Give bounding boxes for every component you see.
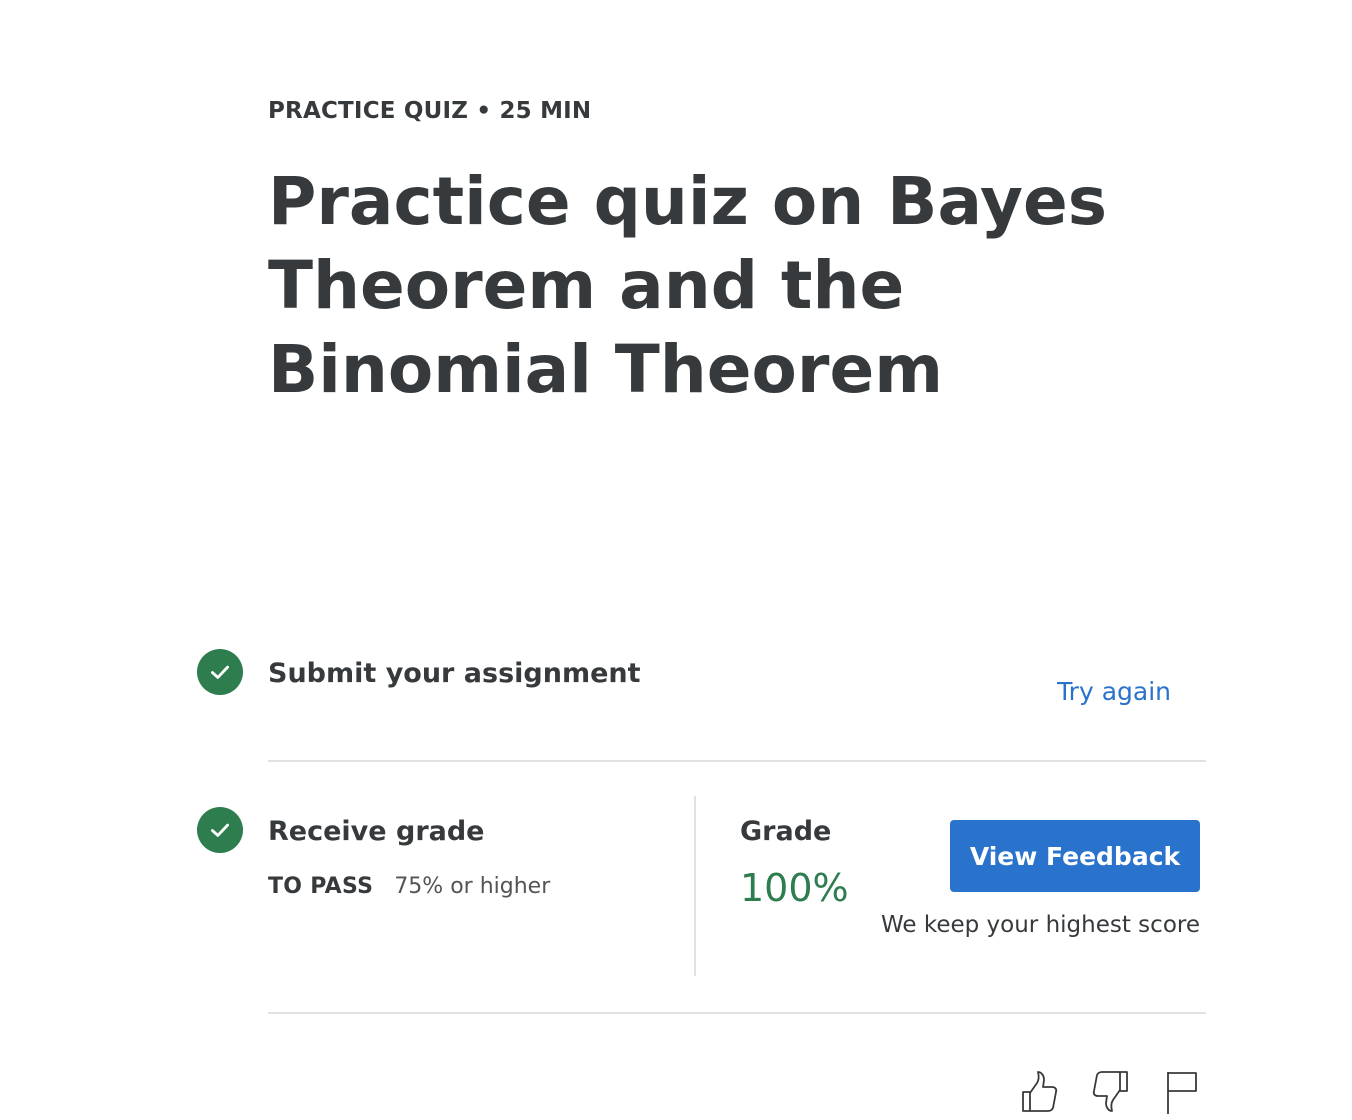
try-again-link[interactable]: Try again	[1057, 677, 1171, 706]
pass-requirement: TO PASS 75% or higher	[268, 874, 550, 899]
to-pass-label: TO PASS	[268, 874, 374, 899]
quiz-cover-page: PRACTICE QUIZ • 25 MIN Practice quiz on …	[0, 0, 1352, 1120]
quiz-meta-label: PRACTICE QUIZ • 25 MIN	[268, 98, 592, 124]
grade-value: 100%	[740, 866, 849, 910]
view-feedback-button[interactable]: View Feedback	[950, 820, 1200, 892]
flag-icon[interactable]	[1160, 1068, 1204, 1116]
grade-step-label: Receive grade	[268, 816, 485, 847]
thumbs-down-icon[interactable]	[1090, 1068, 1134, 1116]
divider	[268, 760, 1206, 762]
to-pass-value: 75% or higher	[394, 874, 551, 899]
grade-check-icon	[197, 807, 243, 853]
vertical-divider	[694, 796, 696, 976]
divider	[268, 1012, 1206, 1014]
thumbs-up-icon[interactable]	[1016, 1068, 1060, 1116]
submit-step-label: Submit your assignment	[268, 658, 641, 689]
submit-check-icon	[197, 649, 243, 695]
highest-score-note: We keep your highest score	[880, 912, 1200, 938]
grade-label: Grade	[740, 816, 832, 847]
page-title: Practice quiz on Bayes Theorem and the B…	[268, 163, 1108, 408]
